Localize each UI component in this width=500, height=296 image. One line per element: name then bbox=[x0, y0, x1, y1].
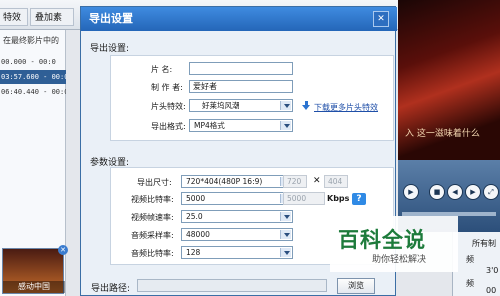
video-bitrate-value: 5000 bbox=[186, 194, 206, 203]
audio-samplerate-value: 48000 bbox=[186, 230, 210, 239]
help-icon[interactable]: ? bbox=[352, 193, 366, 205]
intro-effect-select[interactable]: 好莱坞风潮 bbox=[189, 99, 293, 112]
intro-effect-label: 片头特效: bbox=[151, 102, 186, 111]
export-path-field[interactable] bbox=[137, 279, 327, 292]
download-icon[interactable] bbox=[302, 101, 311, 110]
export-settings-group: 片 名: 制 作 者: 爱好者 片头特效: 好莱坞风潮 下载更多片头特效 导出格… bbox=[110, 55, 394, 141]
clip-caption: 感动中国 bbox=[3, 281, 65, 293]
chevron-down-icon bbox=[280, 101, 291, 110]
stop-icon[interactable]: ■ bbox=[429, 184, 445, 200]
tab-effects[interactable]: 特效 bbox=[0, 8, 28, 26]
tab-overlay-material[interactable]: 叠加素材 bbox=[30, 8, 74, 41]
video-fps-value: 25.0 bbox=[186, 212, 203, 221]
remove-clip-icon[interactable]: ✕ bbox=[58, 245, 68, 255]
video-bitrate-select[interactable]: 5000 bbox=[181, 192, 293, 205]
audio-samplerate-select[interactable]: 48000 bbox=[181, 228, 293, 241]
size-value: 720*404(480P 16:9) bbox=[186, 177, 263, 186]
chevron-down-icon bbox=[280, 248, 291, 257]
chevron-down-icon bbox=[280, 121, 291, 130]
list-item[interactable]: 00.000 - 00:0 bbox=[0, 55, 66, 69]
author-label: 制 作 者: bbox=[151, 83, 183, 92]
name-field[interactable] bbox=[189, 62, 293, 75]
dialog-title: 导出设置 bbox=[81, 7, 397, 31]
download-more-link[interactable]: 下载更多片头特效 bbox=[314, 102, 378, 113]
format-select[interactable]: MP4格式 bbox=[189, 119, 293, 132]
chevron-down-icon bbox=[280, 230, 291, 239]
preview-subtitle: 入 这一滋味着什么 bbox=[405, 129, 480, 139]
intro-effect-value: 好莱坞风潮 bbox=[202, 101, 240, 110]
format-label: 导出格式: bbox=[151, 122, 186, 131]
section-export-header: 导出设置: bbox=[90, 44, 130, 54]
watermark-subtitle: 助你轻松解决 bbox=[372, 255, 427, 265]
close-icon[interactable]: ✕ bbox=[373, 11, 389, 27]
list-item-selected[interactable]: 03:57.600 - 00:0 bbox=[0, 70, 66, 84]
properties-item: 所有制 bbox=[472, 239, 496, 248]
width-field: 720 bbox=[283, 175, 307, 188]
list-item[interactable]: 06:40.440 - 00:0 bbox=[0, 85, 66, 99]
video-bitrate-label: 视频比特率: bbox=[131, 195, 174, 204]
author-field[interactable]: 爱好者 bbox=[189, 80, 293, 93]
audio-bitrate-label: 音频比特率: bbox=[131, 249, 174, 258]
size-label: 导出尺寸: bbox=[137, 178, 172, 187]
fullscreen-icon[interactable]: ⤢ bbox=[483, 184, 499, 200]
audio-bitrate-select[interactable]: 128 bbox=[181, 246, 293, 259]
properties-item: 3'0 bbox=[486, 266, 499, 275]
properties-item: 频 bbox=[466, 255, 474, 264]
height-field: 404 bbox=[324, 175, 348, 188]
audio-bitrate-value: 128 bbox=[186, 248, 201, 257]
audio-samplerate-label: 音频采样率: bbox=[131, 231, 174, 240]
watermark-logo: 百科全说 bbox=[338, 228, 426, 252]
video-bitrate-field: 5000 bbox=[283, 192, 325, 205]
play-icon[interactable]: ▶ bbox=[403, 184, 419, 200]
chevron-down-icon bbox=[280, 212, 291, 221]
size-select[interactable]: 720*404(480P 16:9) bbox=[181, 175, 293, 188]
kbps-unit: Kbps bbox=[327, 194, 350, 203]
prev-frame-icon[interactable]: ◀ bbox=[447, 184, 463, 200]
browse-button[interactable]: 浏览 bbox=[337, 278, 375, 294]
format-value: MP4格式 bbox=[194, 121, 225, 130]
hint-text: 在最终影片中的 bbox=[3, 36, 59, 45]
properties-item: 00 bbox=[486, 286, 497, 295]
next-frame-icon[interactable]: ▶ bbox=[465, 184, 481, 200]
clip-thumbnail[interactable]: 感动中国 bbox=[2, 248, 65, 294]
properties-item: 频 bbox=[466, 279, 474, 288]
video-fps-select[interactable]: 25.0 bbox=[181, 210, 293, 223]
times-icon: ✕ bbox=[313, 176, 321, 186]
name-label: 片 名: bbox=[151, 65, 173, 74]
video-fps-label: 视频帧速率: bbox=[131, 213, 174, 222]
export-path-label: 导出路径: bbox=[91, 284, 131, 294]
